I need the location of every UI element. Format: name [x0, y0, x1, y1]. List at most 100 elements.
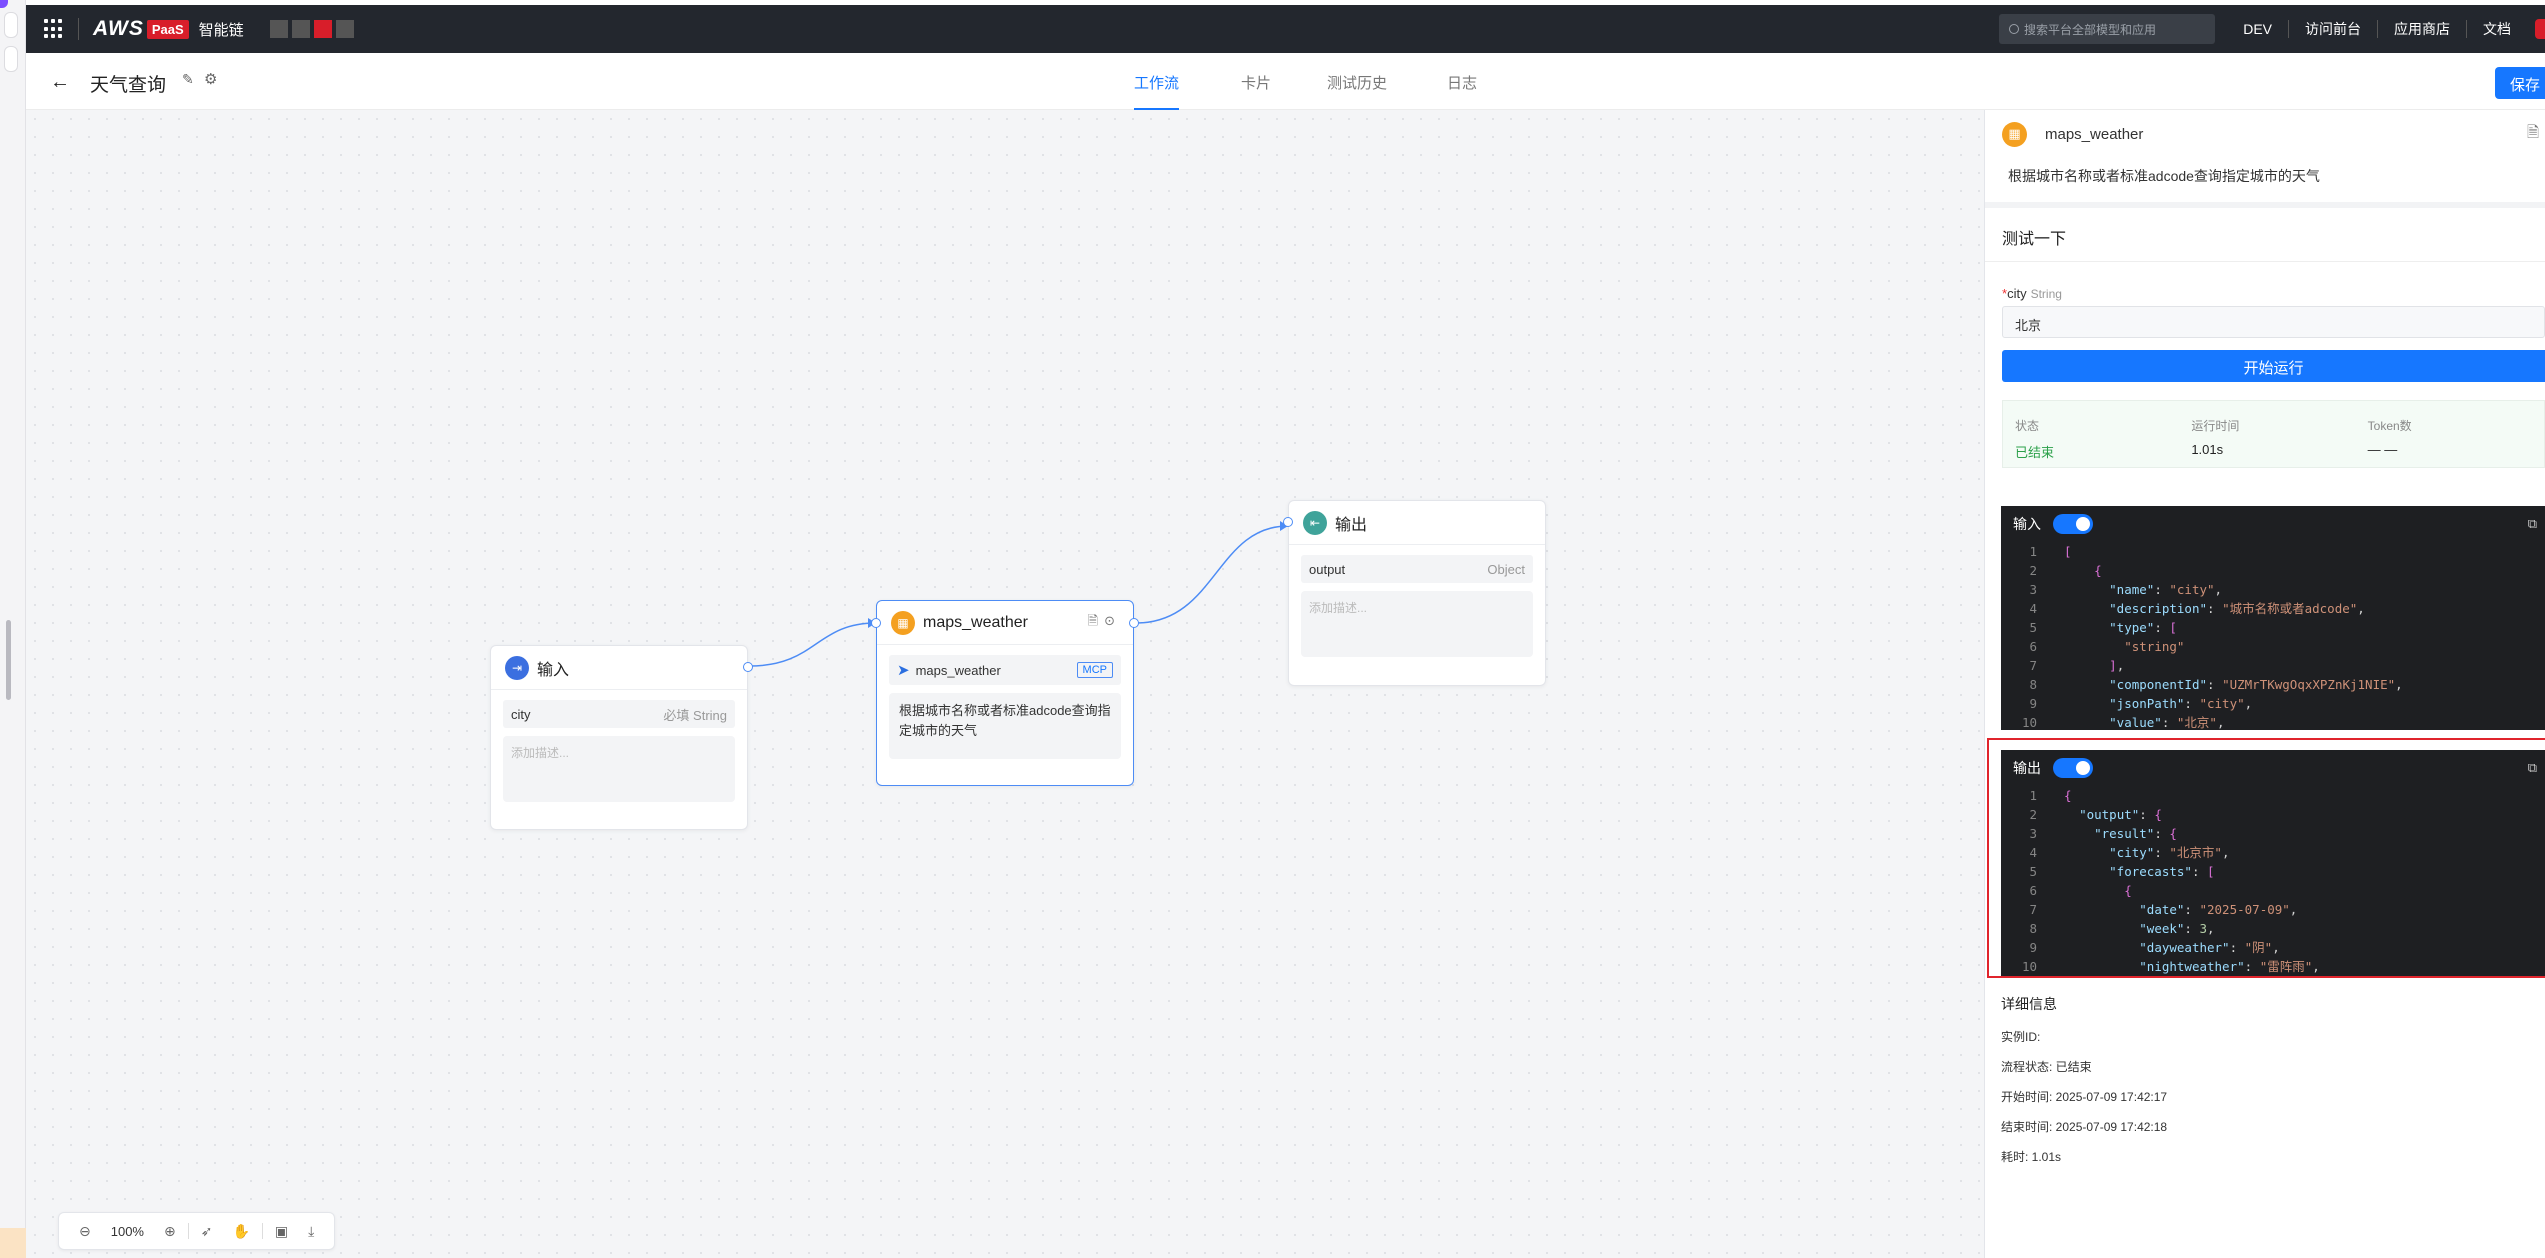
- node-description: 根据城市名称或者标准adcode查询指定城市的天气: [889, 693, 1121, 759]
- node-title: maps_weather: [923, 613, 1028, 631]
- doc-icon[interactable]: 🗎: [1088, 613, 1104, 628]
- output-port[interactable]: [1129, 618, 1139, 628]
- code-line: 8 "week": 3,: [2029, 921, 2215, 936]
- param-name: output: [1309, 561, 1346, 577]
- logo-text: 智能链: [198, 21, 244, 39]
- nav-frontend[interactable]: 访问前台: [2289, 19, 2377, 39]
- page-title: 天气查询: [90, 75, 167, 96]
- global-search-input[interactable]: 搜索平台全部模型和应用: [1999, 14, 2215, 44]
- browser-dot: [0, 0, 8, 8]
- top-nav: DEV 访问前台 应用商店 文档: [2227, 19, 2545, 39]
- code-line: 2 "output": {: [2029, 807, 2162, 822]
- back-arrow-icon[interactable]: ←: [50, 71, 70, 94]
- code-line: 4 "description": "城市名称或者adcode",: [2029, 601, 2365, 616]
- pointer-icon[interactable]: ➶: [201, 1223, 213, 1240]
- tool-icon: ▦: [2002, 121, 2027, 147]
- input-icon: ⇥: [505, 655, 529, 680]
- token-value: — —: [2367, 442, 2398, 457]
- param-name: city: [511, 706, 531, 722]
- user-avatar[interactable]: [2535, 19, 2545, 39]
- output-port[interactable]: [743, 662, 753, 672]
- copy-icon[interactable]: ⧉: [2528, 516, 2537, 532]
- panel-description: 根据城市名称或者标准adcode查询指定城市的天气: [2008, 168, 2320, 184]
- panel-title: maps_weather: [2045, 125, 2144, 143]
- top-bar: AWS PaaS 智能链 搜索平台全部模型和应用 DEV 访问前台 应用商店 文…: [26, 5, 2545, 53]
- output-code-block: 输出 ⧉ 1{ 2 "output": { 3 "result": { 4 "city…: [2001, 750, 2545, 976]
- edge-input-to-weather: [749, 622, 877, 667]
- workflow-canvas[interactable]: ⇥ 输入 city 必填 String 添加描述... ▦ maps_weath…: [26, 110, 1984, 1258]
- layout-icon[interactable]: ▣: [275, 1223, 288, 1240]
- time-value: 1.01s: [2191, 442, 2224, 457]
- tab-log[interactable]: 日志: [1447, 53, 1477, 110]
- download-icon[interactable]: ⤓: [308, 1223, 314, 1240]
- param-row[interactable]: output Object: [1301, 555, 1533, 583]
- zoom-in-icon[interactable]: ⊕: [164, 1223, 176, 1240]
- code-label: 输入: [2013, 516, 2041, 532]
- save-button[interactable]: 保存: [2495, 67, 2545, 99]
- output-icon: ⇤: [1303, 510, 1327, 535]
- run-icon[interactable]: ⊙: [1104, 613, 1121, 628]
- hand-icon[interactable]: ✋: [232, 1223, 249, 1240]
- input-port[interactable]: [1283, 517, 1293, 527]
- app-switch-icon[interactable]: [291, 20, 310, 38]
- input-toggle[interactable]: [2053, 514, 2093, 534]
- divider: [78, 18, 79, 40]
- doc-icon[interactable]: 🗎: [2527, 122, 2539, 147]
- time-label: 运行时间: [2191, 419, 2240, 433]
- node-title: 输入: [537, 661, 570, 679]
- run-stats: 状态 已结束 运行时间 1.01s Token数 — —: [2002, 400, 2545, 468]
- nav-dev[interactable]: DEV: [2227, 21, 2288, 37]
- code-line: 2 {: [2029, 563, 2102, 578]
- detail-cost: 耗时: 1.01s: [2001, 1150, 2062, 1164]
- tool-row[interactable]: ➤ maps_weather MCP: [889, 655, 1121, 685]
- app-switch-icon[interactable]: [313, 20, 332, 38]
- browser-edge: [0, 0, 26, 1258]
- desc-field[interactable]: 添加描述...: [503, 736, 735, 802]
- search-icon: [2009, 24, 2019, 34]
- app-switch-icon[interactable]: [269, 20, 288, 38]
- desc-field[interactable]: 添加描述...: [1301, 591, 1533, 657]
- browser-tab[interactable]: [4, 46, 18, 72]
- code-line: 4 "city": "北京市",: [2029, 845, 2230, 860]
- input-port[interactable]: [871, 618, 881, 628]
- edit-icon[interactable]: ✎: [182, 71, 194, 88]
- browser-corner: [0, 1228, 26, 1258]
- code-label: 输出: [2013, 760, 2041, 776]
- code-line: 3 "result": {: [2029, 826, 2177, 841]
- city-input[interactable]: 北京: [2002, 306, 2545, 338]
- node-input[interactable]: ⇥ 输入 city 必填 String 添加描述...: [490, 645, 753, 830]
- mcp-badge: MCP: [1076, 662, 1113, 678]
- zoom-level: 100%: [110, 1223, 144, 1239]
- node-output[interactable]: ⇤ 输出 output Object 添加描述...: [1283, 500, 1546, 686]
- code-line: 7 ],: [2029, 658, 2125, 673]
- app-switch-icon[interactable]: [335, 20, 354, 38]
- param-row[interactable]: city 必填 String: [503, 700, 735, 728]
- zoom-out-icon[interactable]: ⊖: [79, 1223, 91, 1240]
- edge-weather-to-output: [1135, 525, 1289, 624]
- apps-grid-icon[interactable]: [44, 19, 64, 39]
- tab-card[interactable]: 卡片: [1241, 53, 1271, 110]
- start-run-button[interactable]: 开始运行: [2002, 350, 2545, 382]
- browser-tab[interactable]: [4, 12, 18, 38]
- tab-workflow[interactable]: 工作流: [1134, 53, 1180, 110]
- nav-docs[interactable]: 文档: [2467, 19, 2527, 39]
- copy-icon[interactable]: ⧉: [2528, 760, 2537, 776]
- browser-scrollbar[interactable]: [6, 620, 11, 700]
- param-type: Object: [1487, 561, 1525, 577]
- search-placeholder: 搜索平台全部模型和应用: [2024, 22, 2157, 37]
- code-line: 10 "nightweather": "雷阵雨",: [2021, 959, 2320, 974]
- city-field-label: *city String: [2002, 286, 2062, 301]
- code-line: 10 "value": "北京",: [2021, 715, 2225, 730]
- tool-icon: ▦: [891, 610, 915, 635]
- nav-app-store[interactable]: 应用商店: [2378, 19, 2466, 39]
- node-maps-weather[interactable]: ▦ maps_weather 🗎⊙ ➤ maps_weather MCP 根据城…: [871, 600, 1139, 786]
- detail-flow-status: 流程状态: 已结束: [2001, 1060, 2092, 1074]
- tab-test-history[interactable]: 测试历史: [1327, 53, 1387, 110]
- gear-icon[interactable]: ⚙: [204, 70, 217, 88]
- page-header: ← 天气查询 ✎ ⚙ 工作流 卡片 测试历史 日志 保存: [26, 53, 2545, 110]
- output-toggle[interactable]: [2053, 758, 2093, 778]
- code-line: 1[: [2029, 544, 2072, 559]
- code-line: 1{: [2029, 788, 2072, 803]
- token-label: Token数: [2367, 419, 2412, 433]
- input-code: 1[2 {3 "name": "city", 4 "description": "…: [2001, 542, 2545, 732]
